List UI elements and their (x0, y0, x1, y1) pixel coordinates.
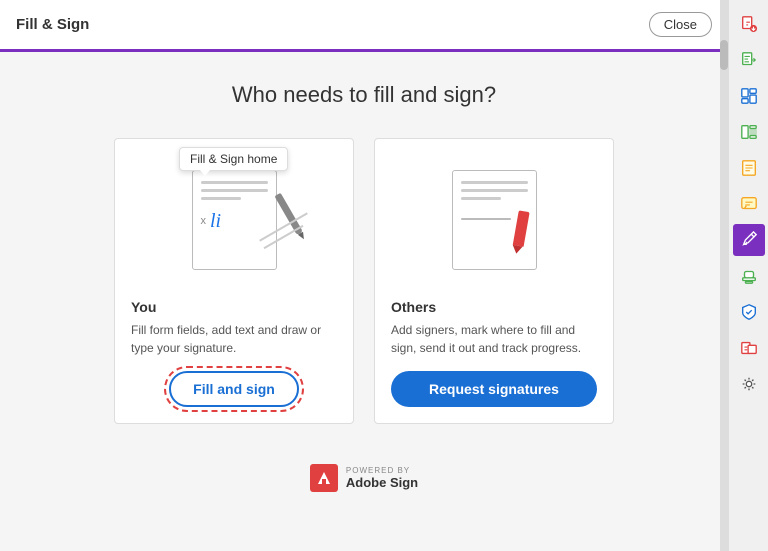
doc-line-1 (201, 181, 268, 184)
adobe-logo (310, 464, 338, 492)
body: Who needs to fill and sign? Fill & Sign … (0, 52, 728, 551)
doc-line-2 (201, 189, 268, 192)
others-card: x Others Add signers, mark where to fill… (374, 138, 614, 424)
adobe-footer: POWERED BY Adobe Sign (310, 464, 418, 492)
doc-line-3 (201, 197, 241, 200)
compress-icon[interactable] (733, 116, 765, 148)
comment-icon[interactable] (733, 188, 765, 220)
tooltip-label: Fill & Sign home (190, 152, 277, 166)
you-title: You (131, 299, 156, 315)
you-illustration: Fill & Sign home x li (169, 155, 299, 285)
cards-row: Fill & Sign home x li (114, 138, 614, 424)
others-doc-base: x (452, 170, 537, 270)
others-doc: x (452, 170, 537, 270)
signature-area: x li (201, 211, 268, 231)
others-line-3 (461, 197, 501, 200)
sig-underline (461, 218, 511, 220)
you-description: Fill form fields, add text and draw or t… (131, 321, 337, 357)
settings-icon[interactable] (733, 368, 765, 400)
scrollbar[interactable] (720, 0, 728, 551)
you-card: Fill & Sign home x li (114, 138, 354, 424)
powered-by-label: POWERED BY (346, 466, 418, 475)
request-signatures-button[interactable]: Request signatures (391, 371, 597, 407)
fill-sign-button[interactable]: Fill and sign (169, 371, 299, 407)
panel-title: Fill & Sign (16, 16, 89, 33)
marker-tip (511, 245, 522, 255)
translate-icon[interactable] (733, 44, 765, 76)
right-sidebar (728, 0, 768, 551)
tooltip: Fill & Sign home (179, 147, 288, 171)
fill-sign-sidebar-icon[interactable] (733, 224, 765, 256)
organize-icon[interactable] (733, 80, 765, 112)
scroll-thumb[interactable] (720, 40, 728, 70)
export-pdf-icon[interactable] (733, 8, 765, 40)
pen-tip (297, 232, 306, 241)
others-illustration: x (429, 155, 559, 285)
close-button[interactable]: Close (649, 12, 712, 37)
others-title: Others (391, 299, 436, 315)
page-title: Who needs to fill and sign? (232, 82, 496, 108)
adobe-text: POWERED BY Adobe Sign (346, 466, 418, 490)
organize-pages-icon[interactable] (733, 332, 765, 364)
adobe-logo-icon (316, 470, 332, 486)
others-description: Add signers, mark where to fill and sign… (391, 321, 597, 357)
stroke-2 (263, 225, 303, 249)
protect-icon[interactable] (733, 296, 765, 328)
sig-x: x (201, 215, 207, 227)
sig-script: li (210, 211, 221, 231)
main-content: Fill & Sign Close Who needs to fill and … (0, 0, 728, 551)
header: Fill & Sign Close (0, 0, 728, 52)
others-line-2 (461, 189, 528, 192)
adobe-sign-label: Adobe Sign (346, 475, 418, 490)
others-line-1 (461, 181, 528, 184)
note-icon[interactable] (733, 152, 765, 184)
stamp-icon[interactable] (733, 260, 765, 292)
doc-base: x li (192, 170, 277, 270)
you-doc: x li (192, 170, 277, 270)
